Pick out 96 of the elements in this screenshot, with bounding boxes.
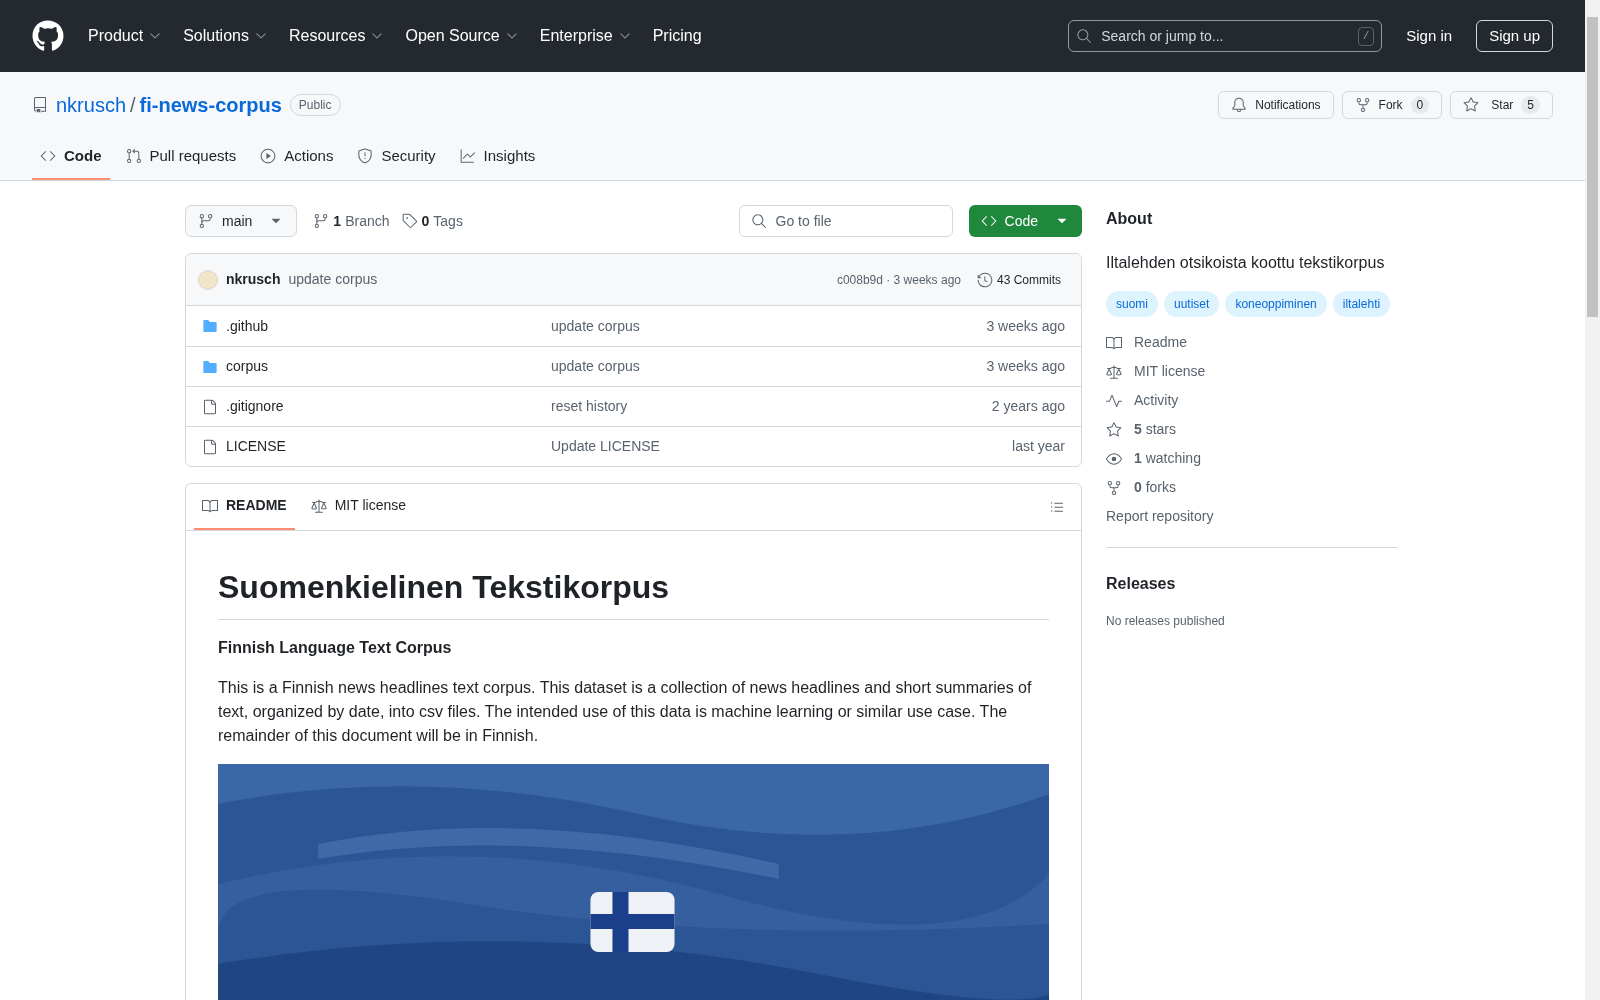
readme-tab[interactable]: MIT license	[302, 483, 414, 530]
nav-link[interactable]: Enterprise	[539, 24, 633, 48]
tag-icon	[401, 213, 418, 229]
code-button[interactable]: Code	[968, 205, 1082, 237]
avatar	[198, 269, 218, 290]
shortcut-key: /	[1357, 27, 1375, 46]
pull-request-icon	[125, 148, 142, 164]
commit-author[interactable]: nkrusch	[226, 269, 281, 290]
graph-icon	[459, 148, 476, 164]
go-to-file-field[interactable]: Go to file	[738, 205, 953, 237]
history-icon	[977, 271, 993, 288]
repo-tab[interactable]: Security	[349, 134, 444, 180]
commit-time: 2 years ago	[991, 397, 1065, 416]
about-link[interactable]: Activity	[1134, 390, 1179, 411]
branches-link[interactable]: 1 Branch	[313, 210, 390, 232]
nav-link[interactable]: Resources	[288, 24, 386, 48]
owner-link[interactable]: nkrusch	[56, 90, 127, 120]
commit-time: 3 weeks ago	[986, 357, 1065, 376]
scrollbar-thumb[interactable]	[1587, 17, 1598, 317]
outline-icon[interactable]	[1049, 499, 1065, 515]
repo-tab[interactable]: Code	[32, 134, 110, 180]
code-icon	[40, 148, 56, 164]
github-logo-icon[interactable]	[32, 20, 64, 52]
star-button[interactable]: Star 5	[1450, 91, 1553, 119]
nav-link[interactable]: Product	[88, 24, 164, 48]
about-link[interactable]: Readme	[1134, 332, 1187, 353]
commit-message-link[interactable]: reset history	[551, 396, 628, 417]
releases-empty-text: No releases published	[1106, 613, 1226, 630]
readme-tab[interactable]: README	[194, 483, 295, 530]
folder-icon	[202, 358, 218, 375]
folder-icon	[202, 318, 218, 334]
topic-tag[interactable]: iltalehti	[1332, 291, 1391, 317]
branch-icon	[198, 213, 214, 229]
readme-title: Suomenkielinen Tekstikorpus	[218, 563, 1049, 620]
about-heading: About	[1106, 209, 1154, 229]
shield-icon	[357, 148, 374, 164]
book-icon	[1106, 334, 1122, 351]
topic-tag[interactable]: koneoppiminen	[1225, 291, 1327, 317]
topic-tag[interactable]: suomi	[1106, 291, 1158, 317]
file-name-link[interactable]: LICENSE	[226, 436, 551, 457]
path-separator: /	[130, 93, 136, 118]
eye-icon	[1106, 450, 1122, 467]
about-link[interactable]: MIT license	[1134, 361, 1206, 382]
code-icon	[980, 213, 997, 229]
nav-link[interactable]: Open Source	[405, 24, 520, 48]
commit-message-link[interactable]: update corpus	[551, 356, 640, 377]
star-icon	[1106, 421, 1122, 438]
readme-paragraph: This is a Finnish news headlines text corpus. This dataset is a collection of news headlines and short summaries of text, organized by date, into csv files. The intended use of this data is machine learning or similar use case. The remainder of this document will be in Finnish.	[218, 678, 1033, 746]
commit-time: last year	[1012, 437, 1065, 456]
book-icon	[202, 497, 218, 514]
file-name-link[interactable]: corpus	[226, 356, 551, 377]
file-name-link[interactable]: .github	[226, 315, 551, 337]
fork-icon	[1354, 97, 1371, 113]
pulse-icon	[1106, 392, 1122, 409]
about-link[interactable]: 0 forks	[1134, 477, 1177, 498]
sign-up-button[interactable]: Sign up	[1476, 20, 1553, 52]
scale-icon	[1106, 363, 1122, 380]
tags-link[interactable]: 0 Tags	[401, 210, 463, 232]
fork-count: 0	[1410, 96, 1430, 114]
commit-message-link[interactable]: update corpus	[551, 315, 640, 337]
about-description: Iltalehden otsikoista koottu tekstikorpus	[1106, 253, 1386, 273]
search-icon	[1076, 28, 1093, 44]
branch-icon	[313, 213, 330, 229]
report-link[interactable]: Report repository	[1106, 506, 1398, 527]
repo-icon	[32, 97, 48, 113]
repo-tab[interactable]: Insights	[451, 134, 544, 180]
bell-icon	[1231, 97, 1248, 113]
file-name-link[interactable]: .gitignore	[226, 396, 551, 417]
sign-in-link[interactable]: Sign in	[1406, 24, 1453, 48]
releases-heading: Releases	[1106, 574, 1177, 594]
repo-tab[interactable]: Actions	[252, 134, 342, 180]
fork-button[interactable]: Fork 0	[1341, 91, 1443, 119]
repo-tab[interactable]: Pull requests	[117, 134, 245, 180]
commits-link[interactable]: 43 Commits	[977, 270, 1069, 289]
readme-subtitle: Finnish Language Text Corpus	[218, 638, 453, 658]
nav-link[interactable]: Solutions	[183, 24, 269, 48]
file-icon	[202, 438, 218, 455]
fork-icon	[1106, 479, 1122, 496]
commit-time: 3 weeks ago	[986, 316, 1065, 336]
nav-link[interactable]: Pricing	[652, 24, 702, 48]
topic-tag[interactable]: uutiset	[1164, 291, 1220, 317]
play-icon	[260, 148, 277, 164]
star-icon	[1463, 97, 1480, 113]
commit-hash-time: c008b9d · 3 weeks ago	[836, 271, 961, 289]
about-link[interactable]: 1 watching	[1134, 448, 1201, 469]
repo-name-link[interactable]: fi-news-corpus	[139, 90, 282, 120]
about-link[interactable]: 5 stars	[1134, 419, 1177, 440]
scrollbar[interactable]	[1585, 0, 1600, 1000]
branch-selector[interactable]: main	[185, 205, 298, 237]
scale-icon	[310, 497, 327, 514]
star-count: 5	[1521, 96, 1540, 114]
file-icon	[202, 398, 218, 415]
search-icon	[750, 213, 767, 229]
notifications-button[interactable]: Notifications	[1218, 91, 1334, 119]
commit-message-link[interactable]: Update LICENSE	[551, 436, 660, 457]
commit-message[interactable]: update corpus	[288, 269, 378, 290]
